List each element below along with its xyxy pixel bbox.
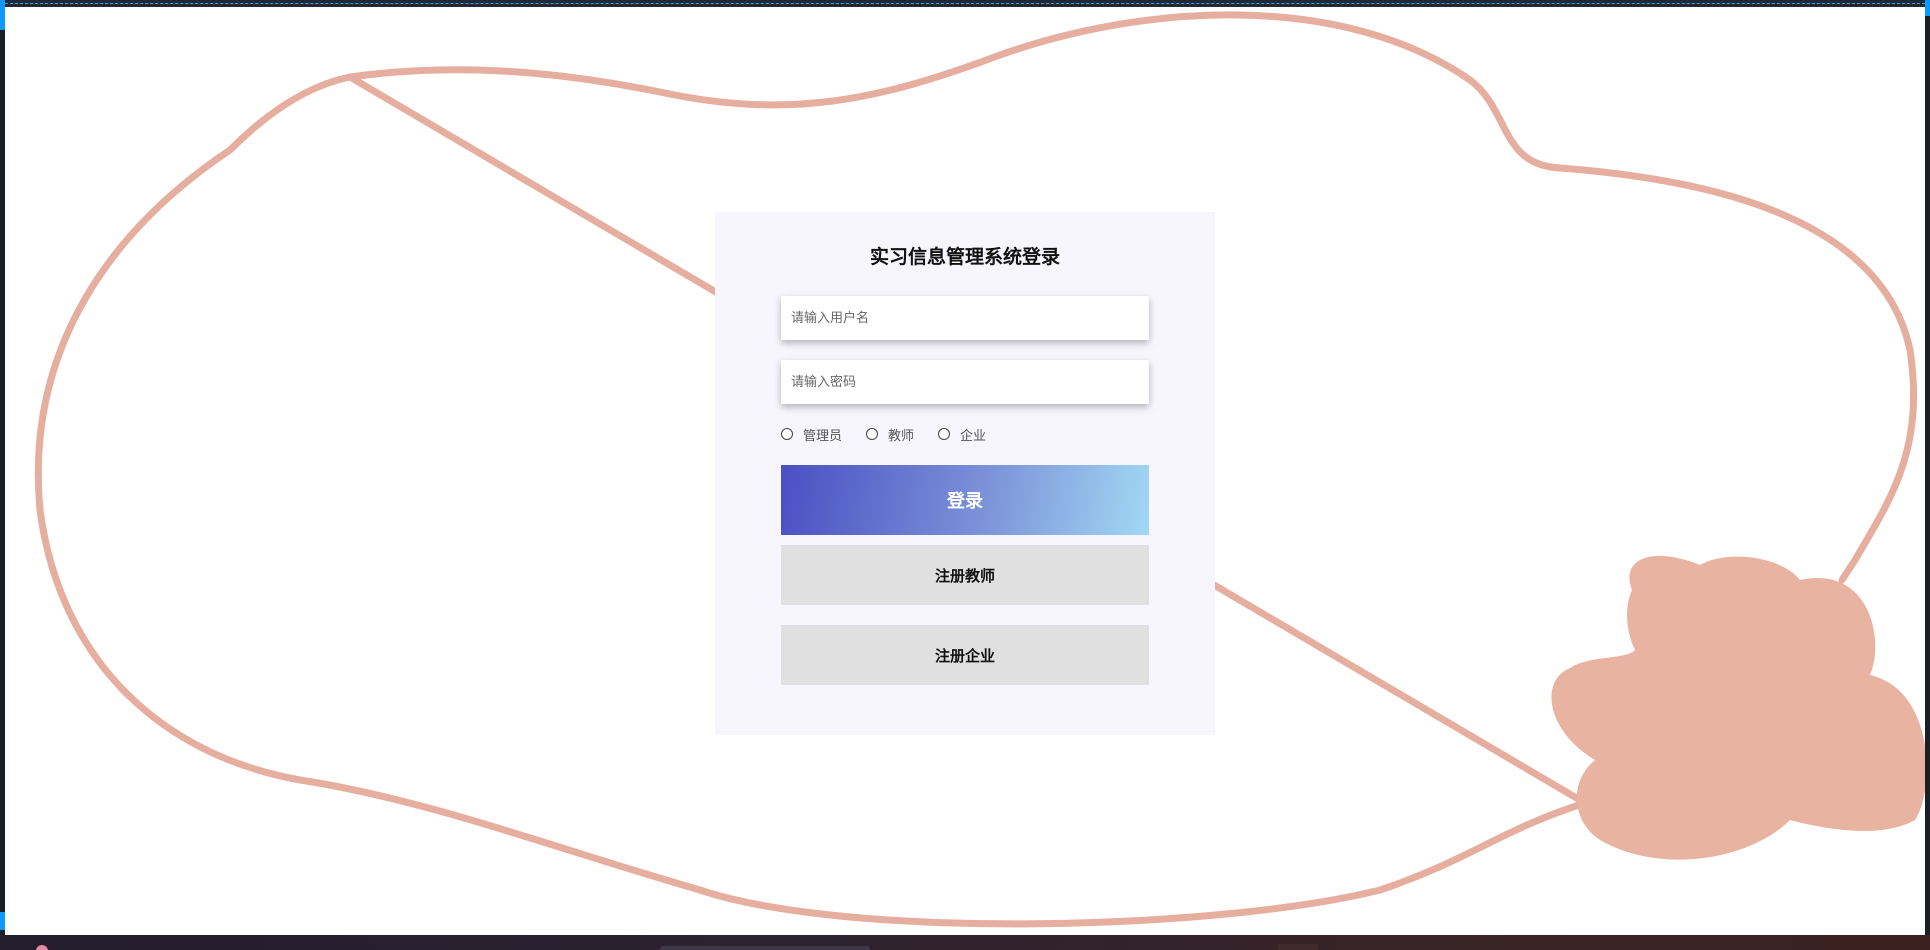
register-company-button[interactable]: 注册企业 [781, 625, 1149, 685]
radio-circle-icon[interactable] [938, 428, 951, 440]
login-card: 实习信息管理系统登录 管理员 教师 企业 登录 注册教师 注册企业 [715, 212, 1215, 735]
role-label: 教师 [888, 428, 915, 444]
edge-accent [0, 912, 5, 930]
app-icon[interactable] [36, 945, 48, 950]
taskbar-item[interactable] [1278, 944, 1318, 950]
taskbar-strip [0, 935, 1930, 950]
flower-blob [1551, 555, 1927, 860]
selection-dash-line [0, 3, 1930, 4]
edge-accent [0, 0, 5, 30]
edge-accent [1925, 0, 1930, 16]
login-screen: 实习信息管理系统登录 管理员 教师 企业 登录 注册教师 注册企业 [0, 0, 1930, 950]
window-left-edge [0, 0, 5, 935]
role-option-admin[interactable]: 管理员 [781, 425, 842, 444]
username-input[interactable] [781, 296, 1149, 340]
role-label: 企业 [960, 428, 987, 444]
login-button[interactable]: 登录 [781, 465, 1149, 535]
password-input[interactable] [781, 360, 1149, 404]
register-teacher-button[interactable]: 注册教师 [781, 545, 1149, 605]
role-radio-group: 管理员 教师 企业 [781, 424, 1010, 444]
window-top-edge [0, 0, 1930, 7]
window-right-edge [1925, 0, 1930, 935]
role-option-company[interactable]: 企业 [938, 425, 986, 444]
role-label: 管理员 [803, 428, 843, 444]
radio-circle-icon[interactable] [866, 428, 879, 440]
role-option-teacher[interactable]: 教师 [866, 425, 914, 444]
radio-circle-icon[interactable] [781, 428, 793, 440]
taskbar-search-pill[interactable] [660, 946, 870, 950]
login-title: 实习信息管理系统登录 [869, 246, 1060, 268]
